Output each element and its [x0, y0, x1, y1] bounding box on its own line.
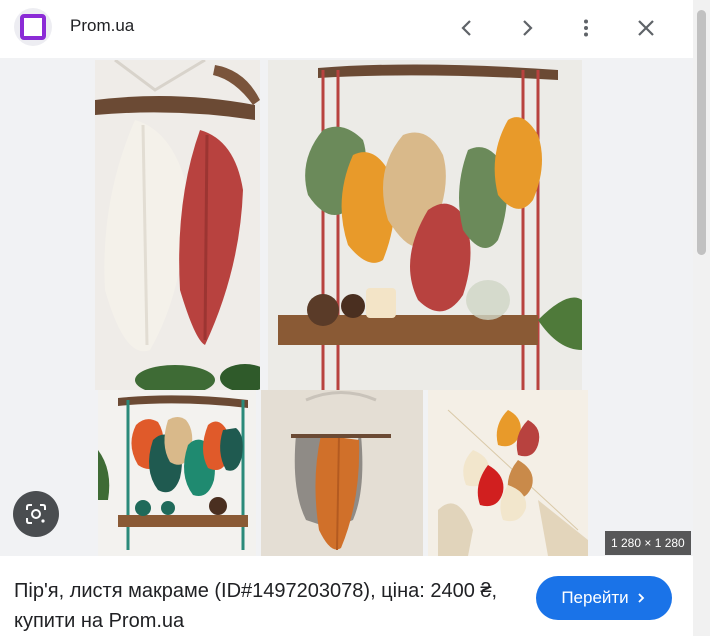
small-shelf-image: [98, 390, 256, 556]
product-image-tile[interactable]: [428, 390, 588, 556]
product-image-tile[interactable]: [98, 390, 256, 556]
visit-button[interactable]: Перейти: [536, 576, 672, 620]
visit-button-label: Перейти: [561, 588, 629, 607]
leaves-shelf-image: [268, 60, 582, 390]
previous-button[interactable]: [449, 10, 485, 46]
image-preview-area[interactable]: [0, 58, 693, 556]
google-lens-icon: [26, 504, 46, 524]
product-image-tile[interactable]: [268, 60, 582, 390]
more-vert-icon: [584, 19, 588, 37]
image-viewer-panel: Prom.ua 1 280 × 1 280 Пір'я, листя макра…: [0, 0, 710, 636]
close-button[interactable]: [628, 10, 664, 46]
product-image-tile[interactable]: [95, 60, 260, 390]
feathers-white-red-image: [95, 60, 260, 390]
viewer-header: Prom.ua: [0, 0, 693, 58]
chevron-right-icon: [638, 593, 644, 603]
chevron-left-icon: [461, 20, 471, 36]
chevron-right-icon: [523, 20, 533, 36]
google-lens-button[interactable]: [13, 491, 59, 537]
product-image-tile[interactable]: [261, 390, 423, 556]
feathers-grey-orange-image: [261, 390, 423, 556]
site-name[interactable]: Prom.ua: [70, 16, 134, 36]
image-dimensions-badge: 1 280 × 1 280: [605, 531, 691, 555]
close-icon: [638, 20, 654, 36]
prom-logo-icon[interactable]: [14, 8, 52, 46]
more-options-button[interactable]: [568, 10, 604, 46]
scrollbar-thumb[interactable]: [697, 10, 706, 255]
image-caption-title[interactable]: Пір'я, листя макраме (ID#1497203078), ці…: [14, 576, 514, 636]
next-button[interactable]: [509, 10, 545, 46]
leaves-flatlay-image: [428, 390, 588, 556]
viewer-footer: Пір'я, листя макраме (ID#1497203078), ці…: [0, 556, 693, 636]
